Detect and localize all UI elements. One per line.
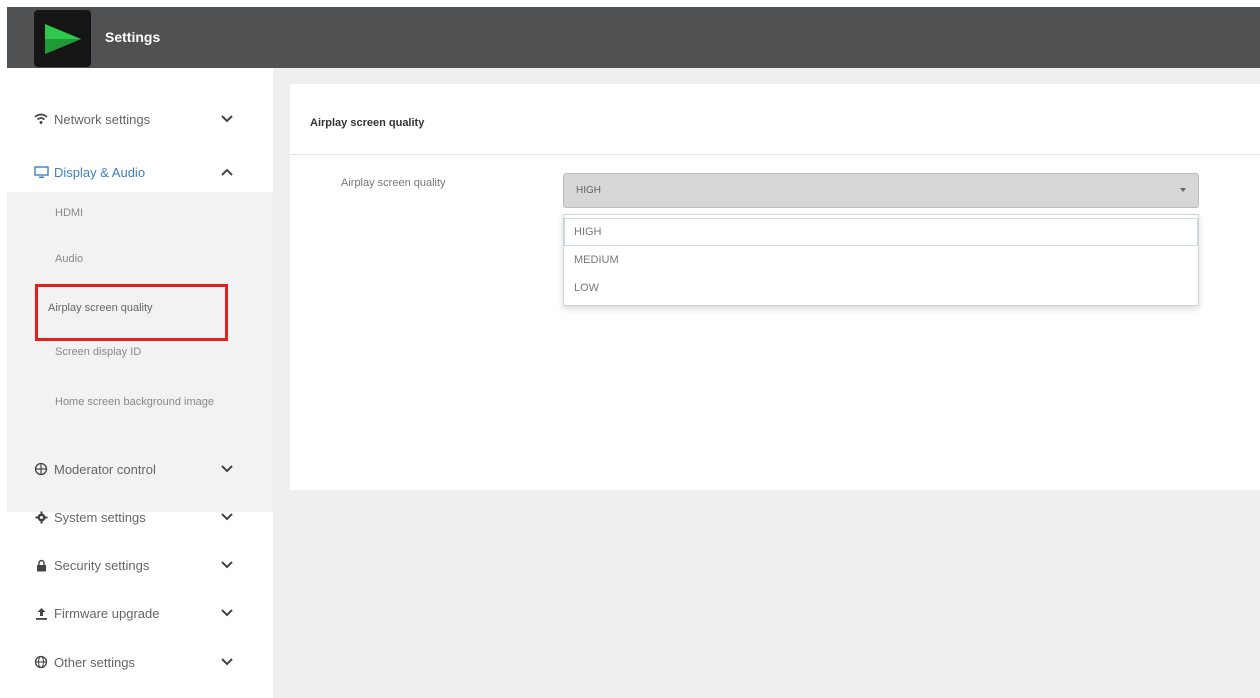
submenu-item-hdmi[interactable]: HDMI — [55, 205, 83, 222]
sidebar-item-display-audio[interactable]: Display & Audio — [7, 152, 273, 192]
airplay-quality-label: Airplay screen quality — [341, 177, 446, 189]
sidebar-item-label: Security settings — [54, 557, 150, 573]
app-logo — [34, 10, 91, 67]
sidebar-item-label: Other settings — [54, 654, 135, 670]
app-title: Settings — [105, 29, 161, 45]
highlight-annotation-box — [35, 284, 228, 341]
network-icon — [33, 461, 49, 477]
option-medium[interactable]: MEDIUM — [564, 246, 1198, 274]
monitor-icon — [33, 164, 49, 180]
sidebar-item-moderator-control[interactable]: Moderator control — [7, 449, 273, 489]
upload-icon — [33, 605, 49, 621]
sidebar-item-security-settings[interactable]: Security settings — [7, 545, 273, 585]
chevron-down-icon — [219, 111, 235, 127]
panel-divider — [290, 154, 1260, 155]
chevron-down-icon — [219, 654, 235, 670]
gear-icon — [33, 509, 49, 525]
sidebar-item-system-settings[interactable]: System settings — [7, 497, 273, 537]
sidebar-item-network-settings[interactable]: Network settings — [7, 99, 273, 139]
sidebar-item-label: Firmware upgrade — [54, 605, 160, 621]
chevron-down-icon — [219, 557, 235, 573]
chevron-down-icon — [219, 461, 235, 477]
wifi-icon — [33, 111, 49, 127]
sidebar-item-label: Network settings — [54, 111, 151, 127]
submenu-item-home-screen-background[interactable]: Home screen background image — [55, 394, 235, 411]
submenu-item-audio[interactable]: Audio — [55, 251, 83, 268]
chevron-down-icon — [219, 605, 235, 621]
sidebar: Network settings Display & Audio HDMI Au… — [7, 68, 273, 698]
top-header: Settings — [7, 7, 1260, 68]
sidebar-item-label: Display & Audio — [54, 164, 146, 180]
globe-icon — [33, 654, 49, 670]
option-high[interactable]: HIGH — [564, 218, 1198, 246]
option-low[interactable]: LOW — [564, 274, 1198, 302]
panel-title: Airplay screen quality — [310, 117, 425, 129]
chevron-down-icon — [219, 509, 235, 525]
sidebar-item-label: Moderator control — [54, 461, 156, 477]
select-value: HIGH — [576, 185, 601, 196]
dropdown-arrow-icon — [1180, 188, 1186, 192]
sidebar-item-label: System settings — [54, 509, 146, 525]
play-logo-icon — [45, 24, 81, 54]
sidebar-item-other-settings[interactable]: Other settings — [7, 642, 273, 682]
lock-icon — [33, 557, 49, 573]
sidebar-item-firmware-upgrade[interactable]: Firmware upgrade — [7, 593, 273, 633]
airplay-quality-dropdown: HIGH MEDIUM LOW — [563, 214, 1199, 306]
chevron-up-icon — [219, 164, 235, 180]
airplay-quality-select[interactable]: HIGH — [563, 173, 1199, 208]
submenu-item-screen-display-id[interactable]: Screen display ID — [55, 344, 141, 361]
